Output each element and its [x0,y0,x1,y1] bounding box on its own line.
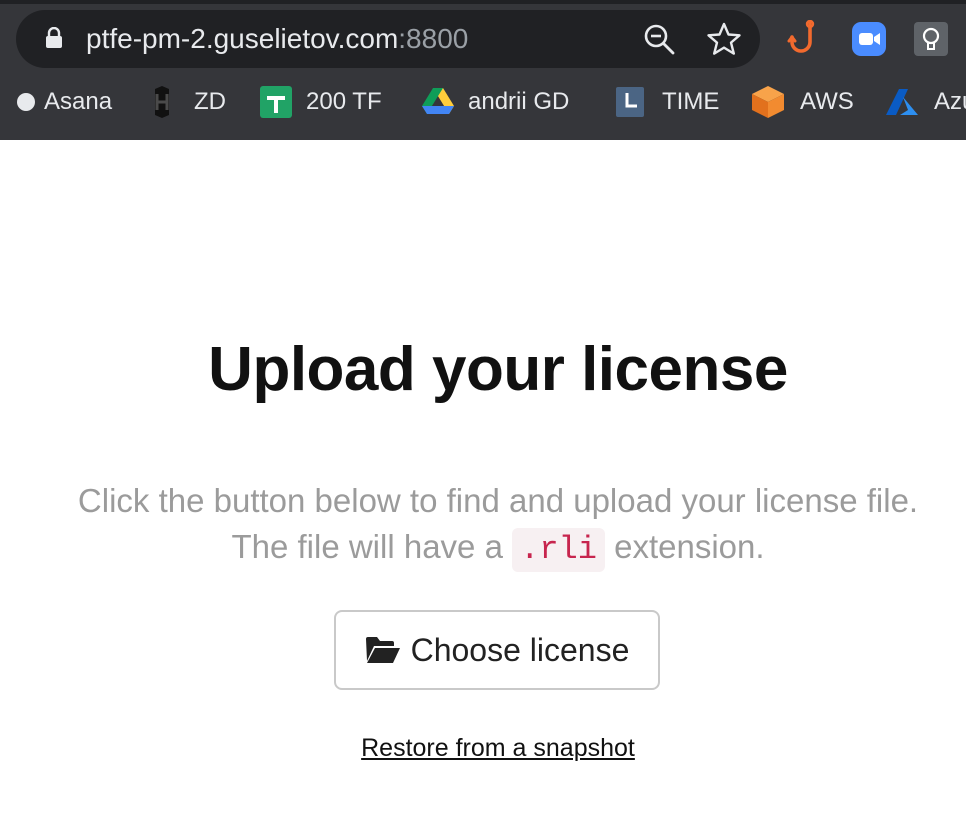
bookmark-asana[interactable]: Asana [16,80,112,124]
description-line-2: The file will have a .rli extension. [0,528,966,572]
page-title: Upload your license [208,335,788,404]
azure-icon [886,89,918,115]
sheets-icon [260,86,292,118]
aws-box-icon [752,86,784,118]
zoom-extension-icon[interactable] [852,22,886,56]
bookmark-label: Asana [44,88,113,115]
url-text[interactable]: ptfe-pm-2.guselietov.com:8800 [86,20,468,58]
hook-extension-icon[interactable] [786,20,820,58]
bookmark-time[interactable]: TIME [616,80,719,124]
description-suffix: extension. [604,528,765,565]
description-line-1: Click the button below to find and uploa… [77,482,919,519]
clock-icon [616,87,644,117]
lock-icon[interactable] [44,27,64,49]
bookmark-label: AWS [800,88,854,115]
bookmark-andrii-gd[interactable]: andrii GD [422,80,569,124]
bookmark-azure[interactable]: Azu [886,80,966,124]
browser-chrome: ptfe-pm-2.guselietov.com:8800 Asana ZD 2… [0,0,966,140]
bookmark-star-icon[interactable] [706,21,742,57]
tab-strip [0,0,966,4]
zoom-out-icon[interactable] [642,22,676,56]
circle-icon [17,93,35,111]
choose-license-label: Choose license [410,631,630,668]
bookmark-label: ZD [194,88,226,115]
bookmarks-bar: Asana ZD 200 TF andrii GD TIME AWS Az [0,80,966,124]
url-port: :8800 [398,23,469,54]
bookmark-zd[interactable]: ZD [146,80,226,124]
bookmark-label: TIME [662,88,720,115]
bookmark-200tf[interactable]: 200 TF [260,80,382,124]
hashicorp-icon [155,86,169,118]
choose-license-button[interactable]: Choose license [334,610,660,690]
restore-snapshot-link[interactable]: Restore from a snapshot [0,734,966,763]
bookmark-aws[interactable]: AWS [752,80,854,124]
bookmark-label: 200 TF [306,88,382,115]
description-prefix: The file will have a [231,528,513,565]
bookmark-label: andrii GD [468,88,570,115]
drive-icon [422,88,454,114]
file-extension-code: .rli [512,528,605,572]
folder-open-icon [365,637,400,663]
lightbulb-extension-icon[interactable] [914,22,948,56]
bookmark-label: Azu [934,88,966,115]
